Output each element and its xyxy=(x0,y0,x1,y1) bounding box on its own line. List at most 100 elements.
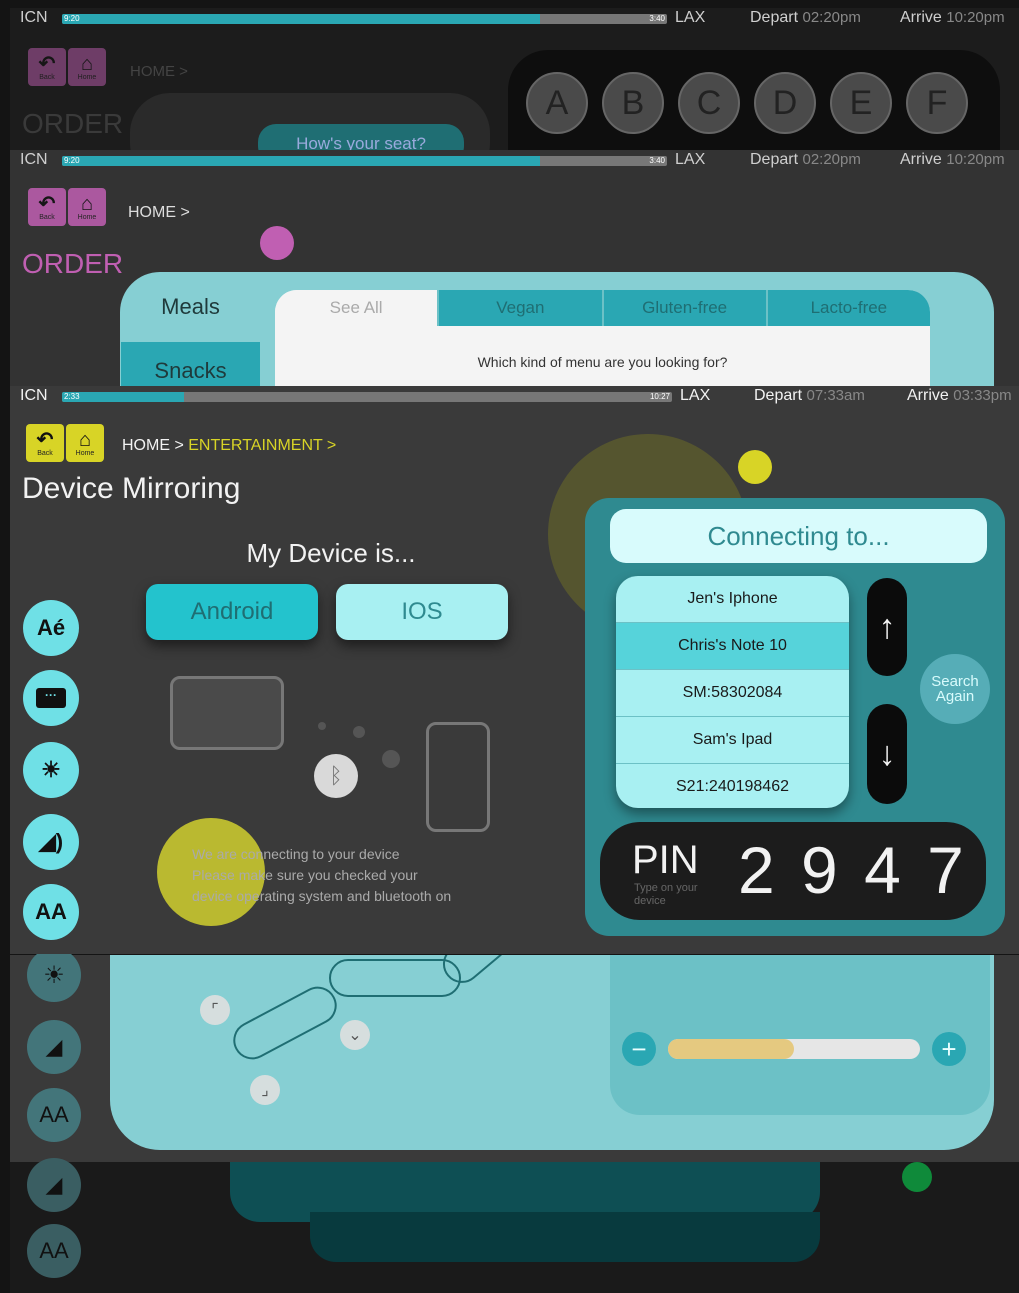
flight-progress-bar: ICN 9:20 3:40 LAX Depart 02:20pm Arrive … xyxy=(10,8,1019,30)
flight-elapsed: 2:33 xyxy=(64,392,80,401)
status-dot xyxy=(902,1162,932,1192)
volume-icon[interactable]: ◢) xyxy=(23,814,79,870)
status-message: We are connecting to your device Please … xyxy=(192,846,452,904)
flight-depart: Depart 02:20pm xyxy=(750,151,861,169)
home-icon: ⌂ xyxy=(78,428,92,451)
decor-dot xyxy=(382,750,400,768)
device-list-item[interactable]: S21:240198462 xyxy=(616,764,849,808)
page-title: Device Mirroring xyxy=(22,472,241,505)
depart-label: Depart xyxy=(750,9,799,26)
breadcrumb[interactable]: HOME > xyxy=(128,204,190,222)
quantity-slider[interactable] xyxy=(668,1039,920,1059)
letter-key[interactable]: F xyxy=(906,72,968,134)
filter-tab[interactable]: Vegan xyxy=(437,290,602,326)
arrow-down-icon[interactable]: ↓ xyxy=(867,704,907,804)
letter-key[interactable]: C xyxy=(678,72,740,134)
quantity-slider-fill xyxy=(668,1039,794,1059)
home-button[interactable]: ⌂ Home xyxy=(68,48,106,86)
flight-arrive: Arrive 10:20pm xyxy=(900,151,1005,169)
back-button[interactable]: ↶ Back xyxy=(26,424,64,462)
back-button[interactable]: ↶ Back xyxy=(28,48,66,86)
breadcrumb-entertainment[interactable]: ENTERTAINMENT > xyxy=(188,437,336,454)
device-list-item[interactable]: Sam's Ipad xyxy=(616,717,849,764)
arrive-time: 10:20pm xyxy=(946,9,1005,26)
translate-icon[interactable]: Aé xyxy=(23,600,79,656)
tablet-illustration xyxy=(170,676,284,750)
flight-track: 9:20 3:40 xyxy=(62,14,667,24)
letter-key[interactable]: D xyxy=(754,72,816,134)
cart-panel xyxy=(610,955,990,1115)
device-list-item[interactable]: Chris's Note 10 xyxy=(616,623,849,670)
chevron-down-icon[interactable]: ⌄ xyxy=(340,1020,370,1050)
brightness-icon[interactable]: ☀ xyxy=(27,948,81,1002)
home-button[interactable]: ⌂ Home xyxy=(68,188,106,226)
pin-value: 2 9 4 7 xyxy=(738,833,968,907)
flight-track: 2:33 10:27 xyxy=(62,392,672,402)
bluetooth-icon: ᛒ xyxy=(314,754,358,798)
back-label: Back xyxy=(39,73,55,81)
menu-question: Which kind of menu are you looking for? xyxy=(477,354,728,370)
my-device-label: My Device is... xyxy=(246,538,416,568)
filter-tabs: See All Vegan Gluten-free Lacto-free xyxy=(275,290,930,326)
font-size-icon[interactable]: AA xyxy=(23,884,79,940)
font-size-icon[interactable]: AA xyxy=(27,1224,81,1278)
device-mirroring-screen: ICN 2:33 10:27 LAX Depart 07:33am Arrive… xyxy=(10,386,1019,954)
letter-key[interactable]: E xyxy=(830,72,892,134)
breadcrumb-home[interactable]: HOME > xyxy=(122,437,184,454)
filter-tab[interactable]: Gluten-free xyxy=(601,290,766,326)
android-button[interactable]: Android xyxy=(146,584,318,640)
chat-bubble: How's your seat? xyxy=(258,124,464,150)
minus-icon[interactable]: − xyxy=(622,1032,656,1066)
back-label: Back xyxy=(37,449,53,457)
brightness-icon[interactable]: ☀ xyxy=(23,742,79,798)
page-title: ORDER xyxy=(22,248,124,279)
letter-key[interactable]: A xyxy=(526,72,588,134)
nav-buttons: ↶ Back ⌂ Home xyxy=(28,188,106,226)
flight-track: 9:20 3:40 xyxy=(62,156,667,166)
volume-icon[interactable]: ◢ xyxy=(27,1158,81,1212)
arrive-time: 03:33pm xyxy=(953,387,1012,404)
connecting-header: Connecting to... xyxy=(610,509,987,563)
back-label: Back xyxy=(39,213,55,221)
footer-remnant xyxy=(10,1162,1019,1293)
back-icon: ↶ xyxy=(38,52,56,75)
depart-label: Depart xyxy=(750,151,799,168)
device-list-item[interactable]: SM:58302084 xyxy=(616,670,849,717)
order-screen-layer-bottom: ⌜ ⌄ ⌟ − + xyxy=(10,955,1019,1165)
corner-icon: ⌜ xyxy=(200,995,230,1025)
filter-tab[interactable]: Lacto-free xyxy=(765,290,930,326)
depart-label: Depart xyxy=(754,387,803,404)
flight-destination: LAX xyxy=(675,151,706,168)
keyboard-panel: ABCDEF xyxy=(508,50,1000,150)
flight-origin: ICN xyxy=(20,387,48,404)
category-snacks[interactable]: Snacks xyxy=(121,342,260,386)
flight-origin: ICN xyxy=(20,151,48,168)
filter-tab[interactable]: See All xyxy=(275,290,438,326)
decor-dot xyxy=(260,226,294,260)
nav-buttons: ↶ Back ⌂ Home xyxy=(26,424,104,462)
flight-depart: Depart 02:20pm xyxy=(750,9,861,27)
device-list-item[interactable]: Jen's Iphone xyxy=(616,576,849,623)
flight-arrive: Arrive 10:20pm xyxy=(900,9,1005,27)
search-again-button[interactable]: Search Again xyxy=(920,654,990,724)
decor-dot xyxy=(318,722,326,730)
home-label: Home xyxy=(77,73,97,81)
device-list: Jen's Iphone Chris's Note 10 SM:58302084 Sa… xyxy=(616,576,849,808)
letter-key[interactable]: B xyxy=(602,72,664,134)
flight-remaining: 3:40 xyxy=(649,14,665,23)
home-label: Home xyxy=(77,213,97,221)
plus-icon[interactable]: + xyxy=(932,1032,966,1066)
volume-icon[interactable]: ◢ xyxy=(27,1020,81,1074)
ios-button[interactable]: IOS xyxy=(336,584,508,640)
page-title: ORDER xyxy=(22,108,124,139)
order-screen-layer-back: ICN 9:20 3:40 LAX Depart 02:20pm Arrive … xyxy=(10,8,1019,150)
order-screen-layer-mid: ICN 9:20 3:40 LAX Depart 02:20pm Arrive … xyxy=(10,150,1019,386)
back-button[interactable]: ↶ Back xyxy=(28,188,66,226)
decor-dot xyxy=(738,450,772,484)
font-size-icon[interactable]: AA xyxy=(27,1088,81,1142)
category-meals[interactable]: Meals xyxy=(121,274,260,340)
flight-fill xyxy=(62,14,540,24)
home-button[interactable]: ⌂ Home xyxy=(66,424,104,462)
subtitle-icon[interactable]: ··· xyxy=(23,670,79,726)
arrow-up-icon[interactable]: ↑ xyxy=(867,578,907,676)
